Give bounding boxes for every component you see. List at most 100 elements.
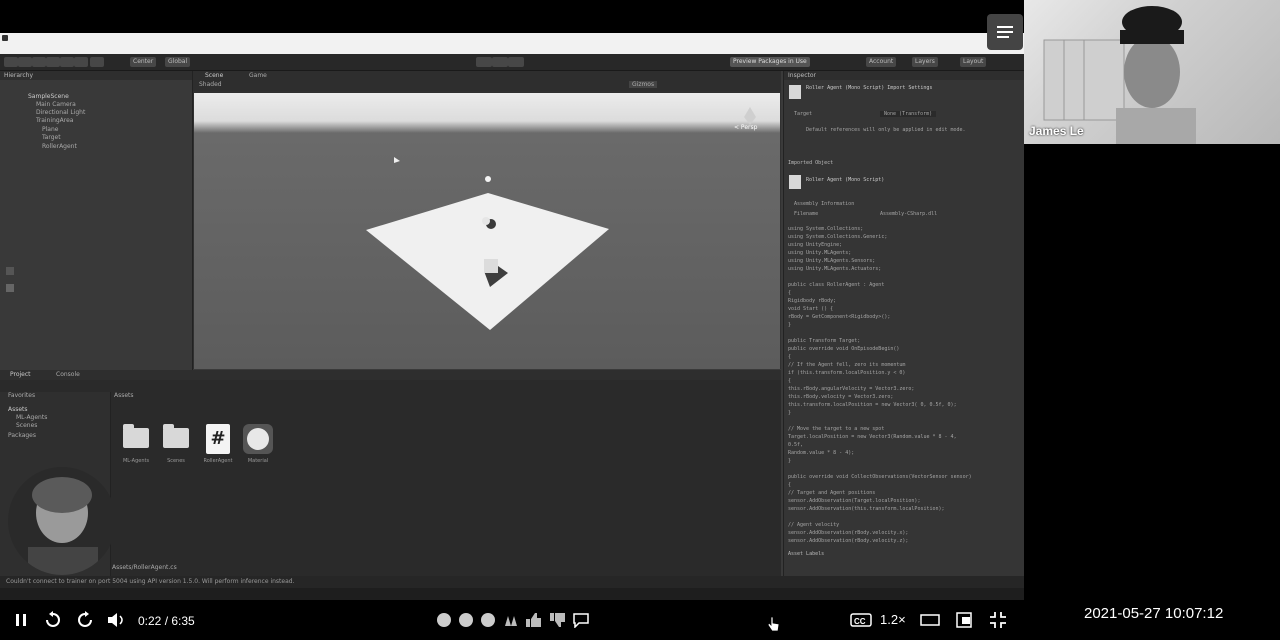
thumbs-up-button[interactable] xyxy=(524,610,542,630)
favorites-item[interactable]: Favorites xyxy=(8,392,35,399)
step-button[interactable] xyxy=(508,57,524,67)
picture-in-picture-webcam[interactable] xyxy=(8,467,116,575)
window-icon xyxy=(2,35,8,41)
playback-time: 0:22 / 6:35 xyxy=(138,614,195,628)
orientation-gizmo[interactable]: < Persp xyxy=(734,107,758,131)
volume-button[interactable] xyxy=(106,610,126,630)
code-line: this.transform.localPosition = new Vecto… xyxy=(788,402,957,408)
asset-material[interactable]: Material xyxy=(240,422,276,470)
pause-icon xyxy=(16,614,26,626)
code-line: public class RollerAgent : Agent xyxy=(788,282,885,288)
transform-tool-icon[interactable] xyxy=(74,57,88,67)
thumbs-down-icon xyxy=(550,613,565,627)
asset-folder-scenes[interactable]: Scenes xyxy=(158,422,194,470)
code-line: public override void OnEpisodeBegin() xyxy=(788,346,900,352)
code-line: sensor.AddObservation(rBody.velocity.x); xyxy=(788,530,909,536)
move-tool-icon[interactable] xyxy=(18,57,32,67)
rewind-button[interactable] xyxy=(44,610,62,630)
pivot-center-button[interactable]: Center xyxy=(130,57,157,67)
code-line: Random.value * 8 - 4); xyxy=(788,450,855,456)
script-icon xyxy=(789,175,801,189)
hierarchy-panel: Hierarchy SampleScene Main Camera Direct… xyxy=(0,71,193,371)
recording-timestamp: 2021-05-27 10:07:12 xyxy=(1084,605,1224,622)
hierarchy-item-main-camera[interactable]: Main Camera xyxy=(36,101,76,108)
csharp-script-icon: # xyxy=(206,424,230,454)
code-line: using Unity.MLAgents; xyxy=(788,250,852,256)
tab-game[interactable]: Game xyxy=(249,72,267,79)
reaction-laugh-button[interactable] xyxy=(458,610,474,630)
tree-scenes[interactable]: Scenes xyxy=(16,422,37,429)
comment-button[interactable] xyxy=(572,610,590,630)
custom-tool-icon[interactable] xyxy=(90,57,104,67)
asset-folder-ml-agents[interactable]: ML-Agents xyxy=(118,422,154,470)
theater-mode-button[interactable] xyxy=(920,610,940,630)
code-line: using System.Collections.Generic; xyxy=(788,234,888,240)
target-field[interactable]: None (Transform) xyxy=(880,111,937,117)
miniplayer-button[interactable] xyxy=(956,610,976,630)
menu-button[interactable] xyxy=(987,14,1023,50)
pause-button[interactable] xyxy=(12,610,30,630)
code-line: void Start () { xyxy=(788,306,834,312)
hierarchy-item-target[interactable]: Target xyxy=(42,134,61,141)
asset-label: RollerAgent xyxy=(203,458,233,464)
assembly-info-label: Assembly Information xyxy=(794,201,855,207)
windows-taskbar xyxy=(0,588,1024,600)
code-line: rBody = GetComponent<Rigidbody>(); xyxy=(788,314,891,320)
rotate-tool-icon[interactable] xyxy=(32,57,46,67)
pause-button[interactable] xyxy=(492,57,508,67)
reaction-clap-button[interactable] xyxy=(502,610,520,630)
layout-dropdown[interactable]: Layout xyxy=(960,57,987,67)
forward-button[interactable] xyxy=(76,610,94,630)
breadcrumb[interactable]: Assets xyxy=(114,392,134,399)
layers-dropdown[interactable]: Layers xyxy=(912,57,938,67)
tree-assets[interactable]: Assets xyxy=(8,406,28,413)
hand-tool-icon[interactable] xyxy=(4,57,18,67)
svg-text:CC: CC xyxy=(854,617,866,626)
mouse-cursor xyxy=(764,614,782,634)
code-line: } xyxy=(788,458,792,464)
material-icon xyxy=(243,424,273,454)
asset-script-roller-agent[interactable]: # RollerAgent xyxy=(200,422,236,470)
pip-video xyxy=(28,477,98,575)
code-line: if (this.transform.localPosition.y < 0) xyxy=(788,370,906,376)
mono-script-header: Roller Agent (Mono Script) xyxy=(806,177,885,183)
tab-scene[interactable]: Scene xyxy=(205,72,223,79)
inspector-tab[interactable]: Inspector xyxy=(784,71,1024,80)
hierarchy-item-directional-light[interactable]: Directional Light xyxy=(36,109,85,116)
inspector-panel: Inspector Roller Agent (Mono Script) Imp… xyxy=(783,71,1024,586)
tree-packages[interactable]: Packages xyxy=(8,432,36,439)
hierarchy-item-scene[interactable]: SampleScene xyxy=(28,93,69,100)
code-line: 0.5f, xyxy=(788,442,804,448)
playback-speed-button[interactable]: 1.2× xyxy=(880,612,906,627)
script-source-preview: using System.Collections; using System.Co… xyxy=(788,226,1018,551)
tab-console[interactable]: Console xyxy=(56,371,80,378)
hierarchy-item-plane[interactable]: Plane xyxy=(42,126,58,133)
hierarchy-item-roller-agent[interactable]: RollerAgent xyxy=(42,143,77,150)
import-settings-header: Roller Agent (Mono Script) Import Settin… xyxy=(806,85,933,91)
reaction-smile-button[interactable] xyxy=(436,610,452,630)
rect-tool-icon[interactable] xyxy=(60,57,74,67)
tab-project[interactable]: Project xyxy=(10,371,31,378)
pivot-global-button[interactable]: Global xyxy=(165,57,191,67)
shading-dropdown[interactable]: Shaded xyxy=(199,81,222,88)
forward-icon xyxy=(78,611,92,627)
code-line: { xyxy=(788,290,792,296)
hierarchy-tab[interactable]: Hierarchy xyxy=(0,71,192,80)
code-line: public override void CollectObservations… xyxy=(788,474,972,480)
hierarchy-item-training-area[interactable]: TrainingArea xyxy=(36,117,73,124)
code-line: Target.localPosition = new Vector3(Rando… xyxy=(788,434,957,440)
reaction-wow-button[interactable] xyxy=(480,610,496,630)
tree-ml-agents[interactable]: ML-Agents xyxy=(16,414,47,421)
gizmos-dropdown[interactable]: Gizmos xyxy=(629,81,658,88)
thumbs-down-button[interactable] xyxy=(548,610,566,630)
scene-viewport[interactable]: < Persp xyxy=(194,93,780,369)
cc-icon: CC xyxy=(850,613,872,627)
exit-fullscreen-button[interactable] xyxy=(988,610,1008,630)
scale-tool-icon[interactable] xyxy=(46,57,60,67)
theater-icon xyxy=(920,614,940,626)
info-note: Default references will only be applied … xyxy=(806,127,966,133)
account-dropdown[interactable]: Account xyxy=(866,57,897,67)
captions-button[interactable]: CC xyxy=(850,610,872,630)
preview-packages-badge[interactable]: Preview Packages in Use xyxy=(730,57,810,67)
play-button[interactable] xyxy=(476,57,492,67)
